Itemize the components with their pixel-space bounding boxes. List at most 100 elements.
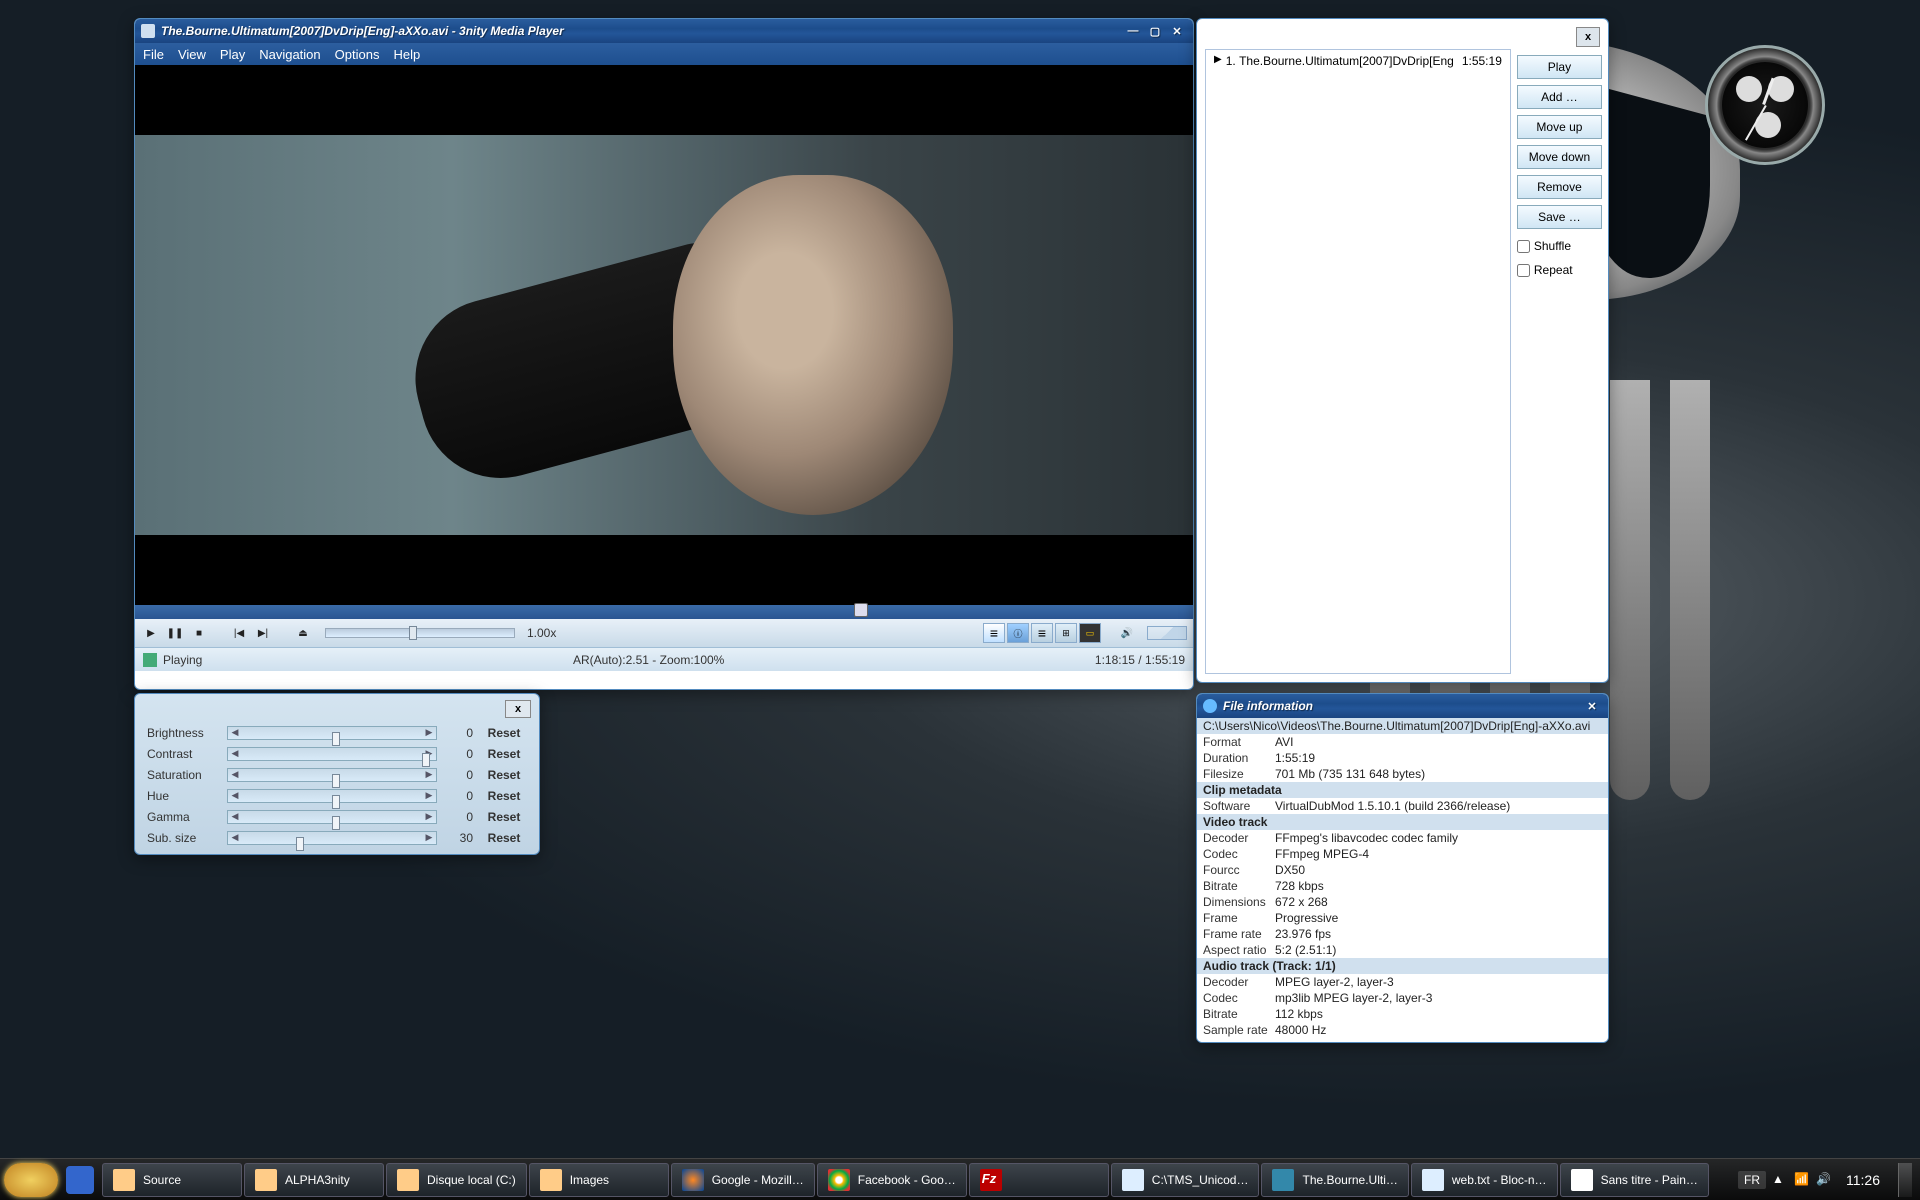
adjust-reset-button[interactable]: Reset <box>481 789 527 803</box>
adjust-reset-button[interactable]: Reset <box>481 747 527 761</box>
language-indicator[interactable]: FR <box>1738 1171 1766 1189</box>
task-icon <box>113 1169 135 1191</box>
playlist-save-button[interactable]: Save … <box>1517 205 1602 229</box>
list-toggle[interactable] <box>1031 623 1053 643</box>
taskbar-item[interactable]: The.Bourne.Ulti… <box>1261 1163 1408 1197</box>
rate-slider[interactable] <box>325 628 515 638</box>
system-tray: FR ▲ 📶 🔊 11:26 <box>1738 1163 1916 1197</box>
adjust-value: 0 <box>445 747 473 761</box>
fileinfo-body[interactable]: C:\Users\Nico\Videos\The.Bourne.Ultimatu… <box>1197 718 1608 1042</box>
taskbar-item[interactable]: Images <box>529 1163 669 1197</box>
adjust-row-brightness: Brightness◀▶0Reset <box>147 722 527 743</box>
task-label: C:\TMS_Unicod… <box>1152 1173 1249 1187</box>
media-player-window: The.Bourne.Ultimatum[2007]DvDrip[Eng]-aX… <box>134 18 1194 690</box>
fileinfo-row: Clip metadata <box>1197 782 1608 798</box>
show-desktop-button[interactable] <box>1898 1163 1912 1197</box>
playlist-window: x ▶ 1. The.Bourne.Ultimatum[2007]DvDrip[… <box>1196 18 1609 683</box>
item-index: 1. <box>1226 54 1236 68</box>
adjust-close-button[interactable]: x <box>505 700 531 718</box>
task-icon <box>255 1169 277 1191</box>
playlist-move-upbutton[interactable]: Move up <box>1517 115 1602 139</box>
stop-button[interactable]: ■ <box>189 623 209 643</box>
seek-knob[interactable] <box>854 603 868 617</box>
playlist-item[interactable]: ▶ 1. The.Bourne.Ultimatum[2007]DvDrip[En… <box>1206 50 1510 72</box>
info-icon <box>1203 699 1217 713</box>
task-icon <box>980 1169 1002 1191</box>
app-icon <box>141 24 155 38</box>
menu-file[interactable]: File <box>143 47 164 62</box>
fileinfo-title: File information <box>1223 699 1582 713</box>
video-area[interactable] <box>135 65 1193 605</box>
play-button[interactable]: ▶ <box>141 623 161 643</box>
tray-volume-icon[interactable]: 🔊 <box>1816 1172 1832 1188</box>
adjust-slider[interactable]: ◀▶ <box>227 747 437 761</box>
taskbar-item[interactable]: ALPHA3nity <box>244 1163 384 1197</box>
adjust-slider[interactable]: ◀▶ <box>227 726 437 740</box>
tray-network-icon[interactable]: 📶 <box>1794 1172 1810 1188</box>
fullscreen-button[interactable]: ▭ <box>1079 623 1101 643</box>
time-label: 1:18:15 / 1:55:19 <box>1095 653 1185 667</box>
grid-toggle[interactable]: ⊞ <box>1055 623 1077 643</box>
fileinfo-row: FormatAVI <box>1197 734 1608 750</box>
taskbar-item[interactable]: C:\TMS_Unicod… <box>1111 1163 1260 1197</box>
fileinfo-row: DecoderMPEG layer-2, layer-3 <box>1197 974 1608 990</box>
volume-slider[interactable] <box>1147 626 1187 640</box>
playlist-toggle[interactable] <box>983 623 1005 643</box>
rate-label: 1.00x <box>527 626 556 640</box>
minimize-button[interactable]: — <box>1123 23 1143 39</box>
player-titlebar[interactable]: The.Bourne.Ultimatum[2007]DvDrip[Eng]-aX… <box>135 19 1193 43</box>
task-label: web.txt - Bloc-n… <box>1452 1173 1547 1187</box>
playlist-list[interactable]: ▶ 1. The.Bourne.Ultimatum[2007]DvDrip[En… <box>1205 49 1511 674</box>
playlist-repeat-checkbox[interactable]: Repeat <box>1517 263 1602 277</box>
playlist-shuffle-checkbox[interactable]: Shuffle <box>1517 239 1602 253</box>
adjust-row-sub-size: Sub. size◀▶30Reset <box>147 827 527 848</box>
adjust-reset-button[interactable]: Reset <box>481 768 527 782</box>
taskbar-item[interactable]: web.txt - Bloc-n… <box>1411 1163 1558 1197</box>
task-icon <box>540 1169 562 1191</box>
adjust-slider[interactable]: ◀▶ <box>227 789 437 803</box>
maximize-button[interactable]: ▢ <box>1145 23 1165 39</box>
fileinfo-row: Aspect ratio5:2 (2.51:1) <box>1197 942 1608 958</box>
fileinfo-titlebar[interactable]: File information ✕ <box>1197 694 1608 718</box>
clock-gadget[interactable] <box>1705 45 1825 165</box>
clock[interactable]: 11:26 <box>1838 1172 1888 1188</box>
mute-button[interactable]: 🔊 <box>1117 623 1137 643</box>
menu-view[interactable]: View <box>178 47 206 62</box>
playlist-add-button[interactable]: Add … <box>1517 85 1602 109</box>
tray-flag-icon[interactable]: ▲ <box>1772 1172 1788 1188</box>
adjust-slider[interactable]: ◀▶ <box>227 831 437 845</box>
menu-options[interactable]: Options <box>335 47 380 62</box>
playlist-removebutton[interactable]: Remove <box>1517 175 1602 199</box>
adjust-slider[interactable]: ◀▶ <box>227 810 437 824</box>
taskbar-item[interactable] <box>969 1163 1109 1197</box>
seek-bar[interactable] <box>135 605 1193 619</box>
playlist-playbutton[interactable]: Play <box>1517 55 1602 79</box>
adjust-slider[interactable]: ◀▶ <box>227 768 437 782</box>
menu-help[interactable]: Help <box>393 47 420 62</box>
quicklaunch[interactable] <box>60 1163 100 1197</box>
adjust-reset-button[interactable]: Reset <box>481 726 527 740</box>
fileinfo-row: C:\Users\Nico\Videos\The.Bourne.Ultimatu… <box>1197 718 1608 734</box>
taskbar-item[interactable]: Google - Mozill… <box>671 1163 815 1197</box>
task-label: Disque local (C:) <box>427 1173 516 1187</box>
taskbar-item[interactable]: Facebook - Goo… <box>817 1163 967 1197</box>
playlist-close-button[interactable]: x <box>1576 27 1600 47</box>
task-icon <box>1571 1169 1593 1191</box>
start-button[interactable] <box>4 1163 58 1197</box>
menu-play[interactable]: Play <box>220 47 245 62</box>
info-toggle[interactable]: ⓘ <box>1007 623 1029 643</box>
next-button[interactable]: ▶| <box>253 623 273 643</box>
adjust-reset-button[interactable]: Reset <box>481 810 527 824</box>
fileinfo-close-button[interactable]: ✕ <box>1582 698 1602 714</box>
pause-button[interactable]: ❚❚ <box>165 623 185 643</box>
adjust-reset-button[interactable]: Reset <box>481 831 527 845</box>
taskbar-item[interactable]: Source <box>102 1163 242 1197</box>
taskbar-item[interactable]: Disque local (C:) <box>386 1163 527 1197</box>
taskbar-item[interactable]: Sans titre - Pain… <box>1560 1163 1709 1197</box>
eject-button[interactable]: ⏏ <box>293 623 313 643</box>
playlist-move-downbutton[interactable]: Move down <box>1517 145 1602 169</box>
menu-navigation[interactable]: Navigation <box>259 47 320 62</box>
task-icon <box>682 1169 704 1191</box>
prev-button[interactable]: |◀ <box>229 623 249 643</box>
close-button[interactable]: ✕ <box>1167 23 1187 39</box>
